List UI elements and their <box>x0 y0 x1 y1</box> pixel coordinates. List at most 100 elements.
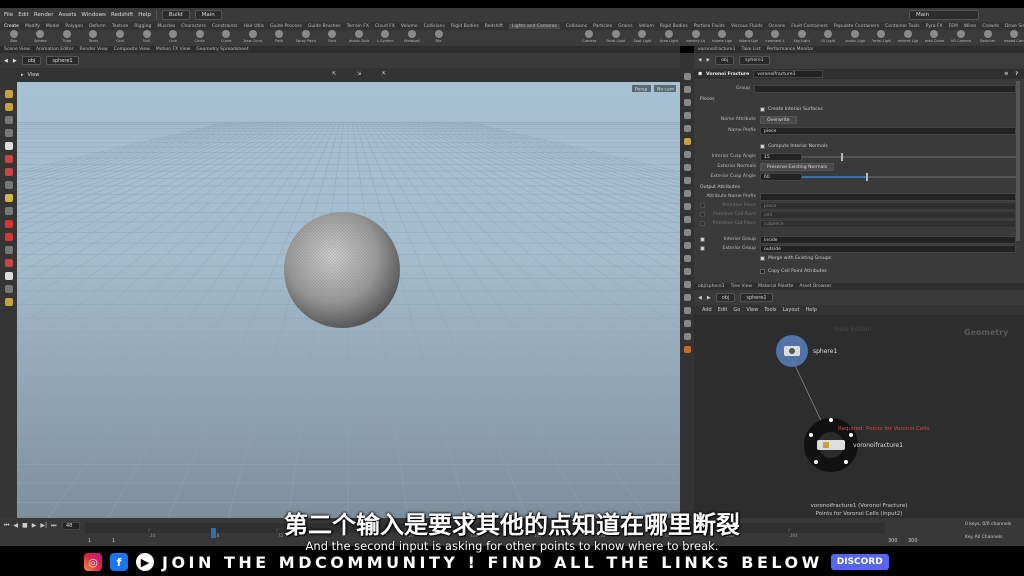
path-sphere1[interactable]: sphere1 <box>46 56 79 65</box>
bg-icon[interactable] <box>683 151 691 158</box>
ext-group-checkbox[interactable] <box>700 246 705 251</box>
rotate-tool-icon[interactable] <box>4 116 13 124</box>
snap-grid-icon[interactable] <box>4 181 13 189</box>
snap-point-icon[interactable] <box>4 194 13 202</box>
group-field[interactable] <box>754 84 1016 93</box>
shelf-tool-file[interactable]: File <box>429 30 449 46</box>
name-attr-select[interactable]: Overwrite <box>760 115 797 124</box>
shelf-tool-box[interactable]: Box <box>4 30 24 46</box>
shelf-tool-geometry-light[interactable]: Geometry Light <box>686 30 705 46</box>
shelf-tab-rigid-bodies[interactable]: Rigid Bodies <box>451 24 479 29</box>
shelf-tool-point-light[interactable]: Point Light <box>606 30 626 46</box>
bone-icon[interactable] <box>683 281 691 288</box>
point-numbers-icon[interactable] <box>683 216 691 223</box>
shelf-tab-fem[interactable]: FEM <box>949 24 958 29</box>
shelf-tab-constraints[interactable]: Constraints <box>212 24 238 29</box>
prim-cell-field[interactable]: cell <box>760 210 1016 219</box>
tab-parameters[interactable]: voronoifracture1 <box>698 47 735 52</box>
shelf-tab-characters[interactable]: Characters <box>181 24 206 29</box>
magnet-icon[interactable] <box>4 168 13 176</box>
shelf-tool-ambient-light[interactable]: Ambient Light <box>898 30 918 46</box>
shelf-tool-metaball[interactable]: Metaball <box>402 30 422 46</box>
shelf-tool-draw-curve[interactable]: Draw Curve <box>243 30 262 46</box>
radial-flag-icon[interactable] <box>849 433 853 437</box>
select-tool-icon[interactable] <box>4 90 13 98</box>
shelf-tab-container-tools[interactable]: Container Tools <box>885 24 920 29</box>
tab-network[interactable]: obj/sphere1 <box>698 284 725 289</box>
tab-animation-editor[interactable]: Animation Editor <box>36 47 74 52</box>
menu-tools[interactable]: Tools <box>764 307 776 313</box>
shelf-tab-populate-containers[interactable]: Populate Containers <box>834 24 879 29</box>
uv-icon[interactable] <box>683 242 691 249</box>
light-toggle-icon[interactable] <box>683 138 691 145</box>
snap-prim-icon[interactable] <box>4 220 13 228</box>
main-select[interactable]: Main <box>194 10 222 20</box>
shelf-tool-line[interactable]: Line <box>163 30 183 46</box>
shelf-tab-rigid-bodies[interactable]: Rigid Bodies <box>660 24 688 29</box>
int-group-checkbox[interactable] <box>700 237 705 242</box>
shelf-tab-pyro-fx[interactable]: Pyro FX <box>926 24 943 29</box>
shelf-tool-l-system[interactable]: L-System <box>376 30 396 46</box>
shelf-tab-collisions[interactable]: Collisions <box>566 24 587 29</box>
tab-tree-view[interactable]: Tree View <box>731 284 753 289</box>
prim-cutpiece-field[interactable]: cutpiece <box>760 219 1016 228</box>
shelf-tool-gamepad-camera[interactable]: Gamepad Camera <box>1004 30 1024 46</box>
shelf-tab-particle-fluids[interactable]: Particle Fluids <box>694 24 725 29</box>
shelf-tool-area-light[interactable]: Area Light <box>659 30 679 46</box>
forward-arrow-icon[interactable]: ▶ <box>707 58 711 63</box>
menu-add[interactable]: Add <box>702 307 712 313</box>
ext-cusp-slider[interactable] <box>802 172 1016 181</box>
voronoifracture1-node[interactable] <box>817 440 845 450</box>
shelf-tab-particles[interactable]: Particles <box>593 24 612 29</box>
light-icon[interactable] <box>4 298 13 306</box>
radial-bypass-icon[interactable] <box>809 433 813 437</box>
forward-arrow-icon[interactable]: ▶ <box>707 295 711 301</box>
path-obj[interactable]: obj <box>715 56 735 65</box>
shelf-tab-grains[interactable]: Grains <box>618 24 633 29</box>
compute-normals-checkbox[interactable] <box>760 144 765 149</box>
wireframe-icon[interactable] <box>683 99 691 106</box>
shelf-tool-stereo-camera[interactable]: Stereo Camera <box>925 30 944 46</box>
shelf-tab-oceans[interactable]: Oceans <box>768 24 785 29</box>
radial-lock-icon[interactable] <box>814 460 818 464</box>
camera-icon[interactable] <box>4 272 13 280</box>
menu-assets[interactable]: Assets <box>58 12 76 18</box>
shelf-tab-vellum[interactable]: Vellum <box>639 24 654 29</box>
youtube-icon[interactable]: ▶ <box>136 553 154 571</box>
tab-render-view[interactable]: Render View <box>80 47 108 52</box>
shelf-tool-volume-light[interactable]: Volume Light <box>712 30 732 46</box>
shelf-tab-guide-process[interactable]: Guide Process <box>270 24 302 29</box>
shelf-tool-distant-light[interactable]: Distant Light <box>739 30 758 46</box>
shelf-tool-environment-light[interactable]: Environment Light <box>765 30 785 46</box>
back-arrow-icon[interactable]: ◀ <box>698 58 702 63</box>
shelf-tab-guide-brushes[interactable]: Guide Brushes <box>308 24 341 29</box>
cusp-angle-slider[interactable] <box>802 152 1016 161</box>
prim-piece-field[interactable]: piece <box>760 201 1016 210</box>
tab-geometry-spreadsheet[interactable]: Geometry Spreadsheet <box>196 47 248 52</box>
shelf-tool-gi-light[interactable]: GI Light <box>819 30 839 46</box>
shelf-tab-viscous-fluids[interactable]: Viscous Fluids <box>731 24 763 29</box>
flipbook-icon[interactable] <box>683 333 691 340</box>
shelf-tab-cloud-fx[interactable]: Cloud FX <box>375 24 395 29</box>
shelf-tab-collisions[interactable]: Collisions <box>424 24 445 29</box>
prim-piece-checkbox[interactable] <box>700 203 705 208</box>
shelf-tab-terrain-fx[interactable]: Terrain FX <box>347 24 369 29</box>
ext-normals-select[interactable]: Preserve Existing Normals <box>760 162 835 171</box>
shelf-tool-sky-light[interactable]: Sky Light <box>792 30 812 46</box>
prim-cell-checkbox[interactable] <box>700 212 705 217</box>
menu-help[interactable]: Help <box>138 12 151 18</box>
shelf-tool-curve[interactable]: Curve <box>216 30 236 46</box>
ghost-icon[interactable] <box>683 125 691 132</box>
shelf-tool-sphere[interactable]: Sphere <box>31 30 51 46</box>
shelf-tab-texture[interactable]: Texture <box>112 24 128 29</box>
help-icon[interactable]: ? <box>1015 72 1018 77</box>
menu-edit[interactable]: Edit <box>18 12 29 18</box>
pose-tool-icon[interactable] <box>4 155 13 163</box>
shelf-tool-camera[interactable]: Camera <box>580 30 600 46</box>
shelf-tab-lights-and-cameras[interactable]: Lights and Cameras <box>508 23 560 29</box>
prim-numbers-icon[interactable] <box>683 203 691 210</box>
handle-tool-icon[interactable] <box>4 142 13 150</box>
shelf-tool-caustic-light[interactable]: Caustic Light <box>845 30 865 46</box>
scene-viewport[interactable]: Persp No cam <box>17 82 680 518</box>
name-prefix-field[interactable]: piece <box>760 126 1016 135</box>
